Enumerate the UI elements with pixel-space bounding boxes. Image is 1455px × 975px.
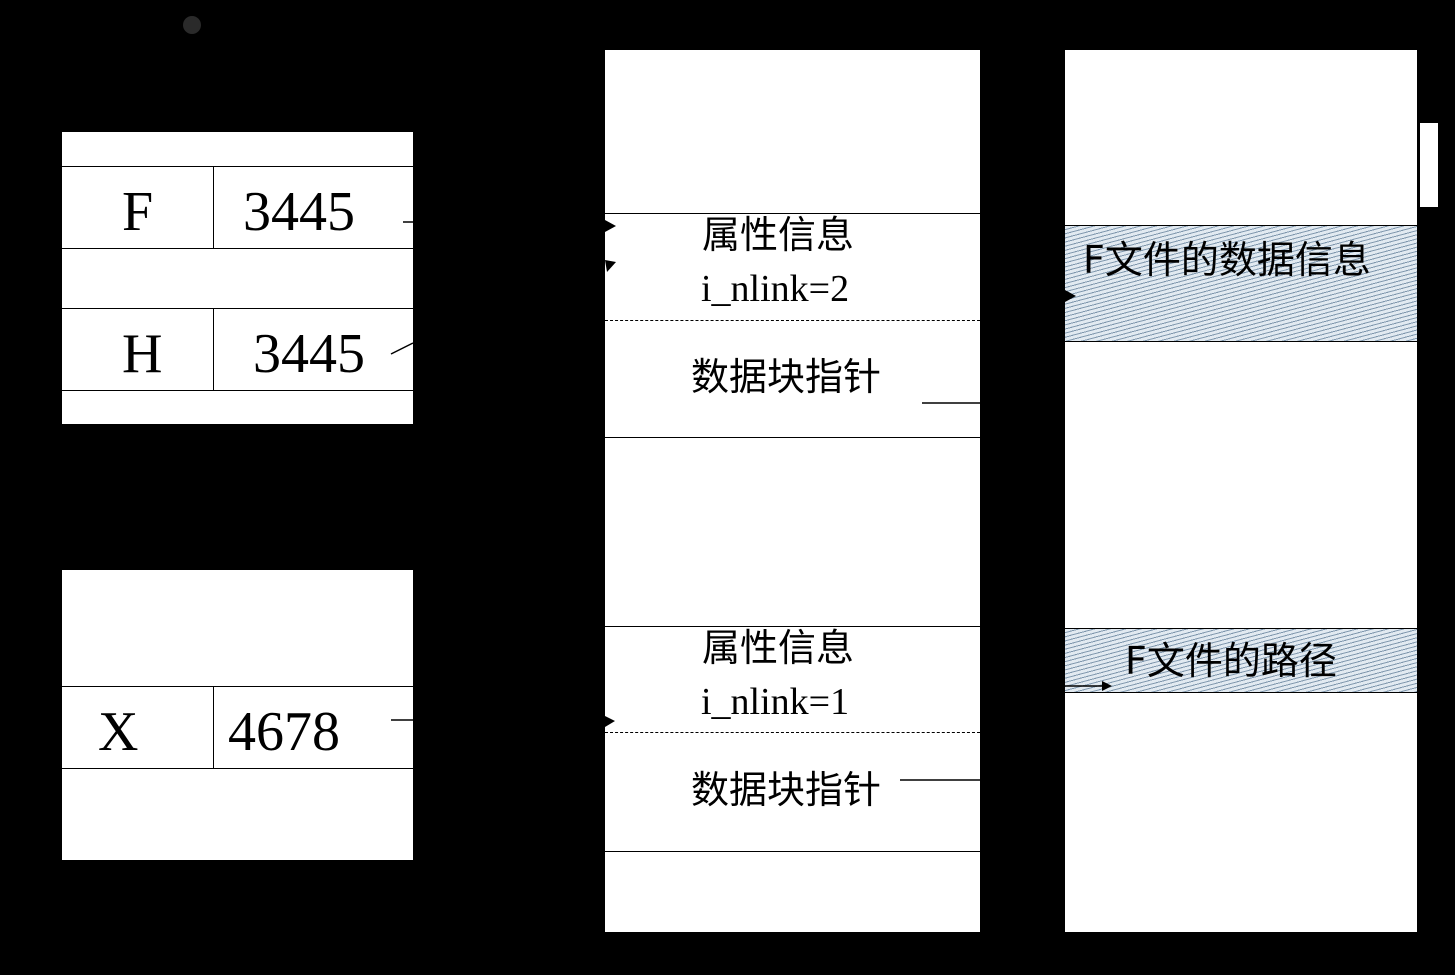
connector-overlay <box>390 220 1112 781</box>
arrowhead-icon <box>605 260 616 272</box>
arrowhead-icon <box>1065 290 1076 302</box>
arrowhead-icon <box>605 716 615 727</box>
connector-h <box>390 342 414 355</box>
arrowhead-icon <box>605 220 616 232</box>
arrowhead-icon <box>1102 681 1112 691</box>
